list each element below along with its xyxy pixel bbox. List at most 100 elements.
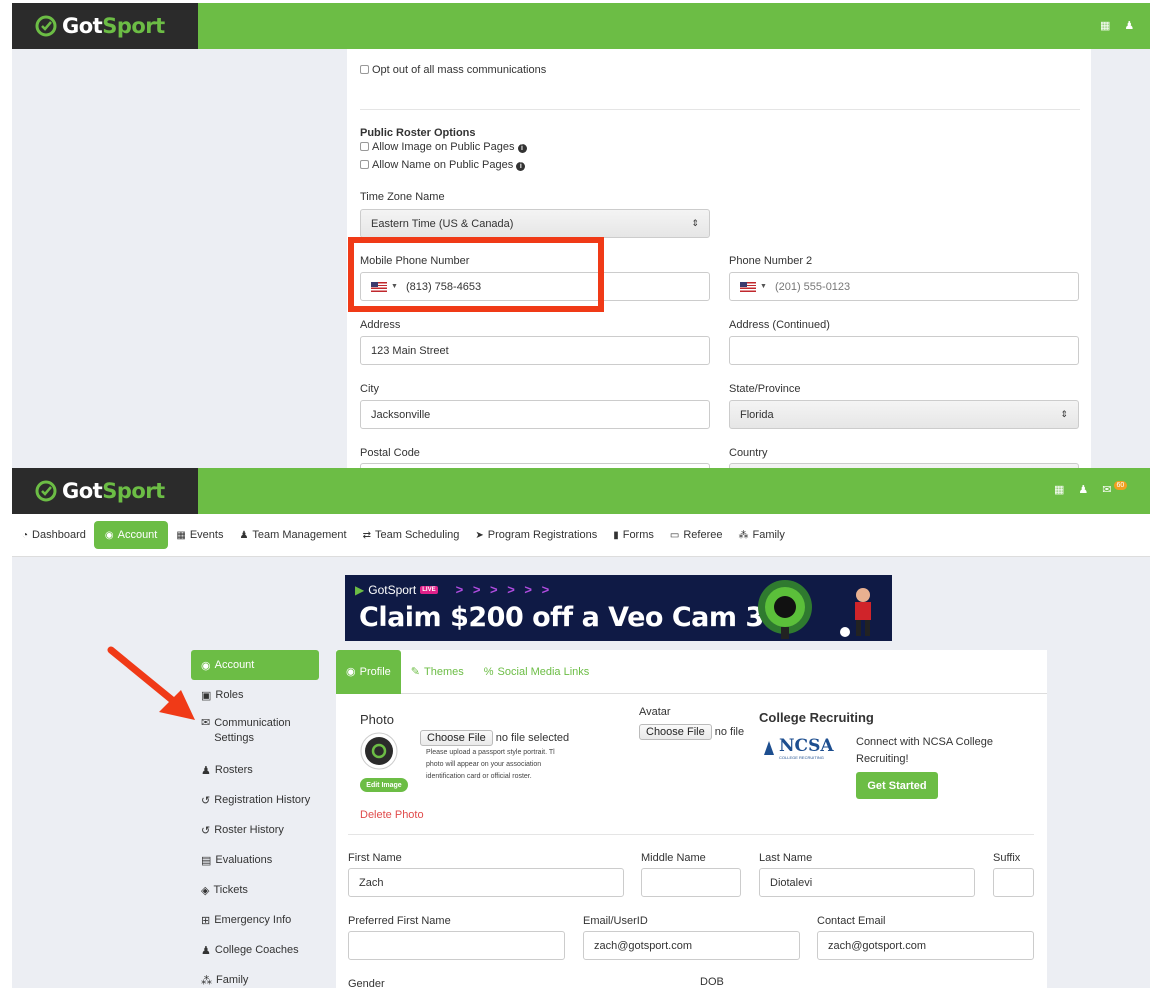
nav-referee[interactable]: ▭ Referee [662,521,731,549]
caret-down-icon[interactable]: ▼ [760,283,767,290]
preferred-name-input[interactable] [348,931,565,960]
contact-email-label: Contact Email [817,915,886,927]
allow-name-row[interactable]: Allow Name on Public Pages i [360,159,526,171]
nav-events[interactable]: ▦ Events [168,521,231,549]
dob-label: DOB [700,976,724,988]
allow-image-label: Allow Image on Public Pages [372,141,515,153]
veo-camera-image [758,580,871,639]
side-item-evaluations[interactable]: ▤ Evaluations [191,845,319,875]
photo-file-row: Choose File no file selected [420,730,569,746]
logo-text: GotSport [62,479,165,503]
suffix-input[interactable] [993,868,1034,897]
user-icon[interactable]: ♟ [1078,483,1088,496]
ncsa-wordmark: NCSA [779,736,834,756]
history-icon: ↺ [201,794,211,807]
notification-badge: 60 [1113,481,1128,490]
delete-photo-link[interactable]: Delete Photo [360,809,424,821]
team-icon: ♟ [239,529,249,541]
contact-email-input[interactable]: zach@gotsport.com [817,931,1034,960]
address-input[interactable]: 123 Main Street [360,336,710,365]
first-name-input[interactable]: Zach [348,868,624,897]
id-card-icon: ▣ [201,689,212,702]
email-input[interactable]: zach@gotsport.com [583,931,800,960]
college-text-line: Recruiting! [856,753,909,765]
tab-social-media-links[interactable]: % Social Media Links [474,650,600,694]
allow-image-row[interactable]: Allow Image on Public Pages i [360,141,527,153]
edit-image-button[interactable]: Edit Image [360,778,408,792]
brush-icon: ✎ [410,666,421,678]
address2-input[interactable] [729,336,1079,365]
tab-profile[interactable]: ◉ Profile [336,649,401,694]
side-item-family[interactable]: ⁂ Family [191,965,319,988]
college-text-line: Connect with NCSA College [856,736,993,748]
promo-banner[interactable]: ▶ GotSport LIVE > > > > > > Claim $200 o… [345,575,892,641]
us-flag-icon[interactable] [740,281,756,292]
mail-icon[interactable]: ✉ [1102,483,1111,496]
opt-out-checkbox-row[interactable]: Opt out of all mass communications [360,64,546,76]
qr-icon[interactable]: ▦ [1054,483,1064,496]
photo-help-text: Please upload a passport style portrait.… [426,747,586,783]
side-item-communication-settings[interactable]: ✉ Communication Settings [191,710,319,755]
side-item-account[interactable]: ◉ Account [191,650,319,680]
side-item-rosters[interactable]: ♟ Rosters [191,755,319,785]
phone2-label: Phone Number 2 [729,255,813,267]
side-item-tickets[interactable]: ◈ Tickets [191,875,319,905]
qr-icon[interactable]: ▦ [1100,19,1110,32]
last-name-input[interactable]: Diotalevi [759,868,975,897]
allow-image-checkbox[interactable] [360,142,369,151]
info-icon[interactable]: i [517,144,527,153]
info-icon[interactable]: i [516,162,526,171]
allow-name-checkbox[interactable] [360,160,369,169]
side-item-registration-history[interactable]: ↺ Registration History [191,785,319,815]
contact-email-value: zach@gotsport.com [828,939,926,952]
banner-headline: Claim $200 off a Veo Cam 3 [359,602,764,633]
tab-themes[interactable]: ✎ Themes [401,650,474,694]
top-logo[interactable]: GotSport [12,3,198,49]
city-input[interactable]: Jacksonville [360,400,710,429]
envelope-icon: ✉ [201,717,211,729]
choose-file-button[interactable]: Choose File [420,730,493,746]
get-started-button[interactable]: Get Started [856,772,938,799]
photo-help-line: photo will appear on your association [426,761,542,768]
side-item-emergency-info[interactable]: ⊞ Emergency Info [191,905,319,935]
avatar-choose-file-button[interactable]: Choose File [639,724,712,740]
nav-team-scheduling[interactable]: ⇄ Team Scheduling [355,521,468,549]
postal-label: Postal Code [360,447,420,459]
account-icon: ◉ [346,666,356,678]
divider [360,109,1080,110]
avatar-no-file-label: no file [714,726,745,738]
phone2-input[interactable]: ▼ (201) 555-0123 [729,272,1079,301]
gender-label: Gender [348,978,385,988]
logo-text: GotSport [62,14,165,38]
family-icon: ⁂ [738,529,749,541]
top-screenshot-panel: GotSport ▦ ♟ Opt out of all mass communi… [12,3,1150,468]
last-name-label: Last Name [759,852,813,864]
timezone-select[interactable]: Eastern Time (US & Canada) ⇕ [360,209,710,238]
plus-square-icon: ⊞ [201,914,211,927]
side-item-college-coaches[interactable]: ♟ College Coaches [191,935,319,965]
middle-name-input[interactable] [641,868,741,897]
college-recruiting-title: College Recruiting [759,710,874,725]
address2-label: Address (Continued) [729,319,830,331]
nav-account[interactable]: ◉ Account [93,521,169,549]
user-icon[interactable]: ♟ [1124,19,1134,32]
nav-program-registrations[interactable]: ➤ Program Registrations [467,521,605,549]
side-item-roster-history[interactable]: ↺ Roster History [191,815,319,845]
nav-forms[interactable]: ▮ Forms [605,521,662,549]
side-item-roles[interactable]: ▣ Roles [191,680,319,710]
nav-family[interactable]: ⁂ Family [730,521,792,549]
opt-out-checkbox[interactable] [360,65,369,74]
preferred-name-label: Preferred First Name [348,915,451,927]
profile-card: ◉ Profile ✎ Themes % Social Media Links Pho… [336,649,1047,988]
email-value: zach@gotsport.com [594,939,692,952]
nav-dashboard[interactable]: ◔ Dashboard [14,521,94,549]
dashboard-icon: ◔ [22,529,29,541]
public-roster-title: Public Roster Options [360,127,476,139]
nav-team-management[interactable]: ♟ Team Management [231,521,354,549]
ncsa-flame-icon [764,741,774,755]
state-select[interactable]: Florida ⇕ [729,400,1079,429]
bottom-logo[interactable]: GotSport [12,468,198,514]
send-icon: ➤ [475,529,484,541]
photo-help-line: Please upload a passport style portrait.… [426,749,555,756]
account-side-menu: ◉ Account ▣ Roles ✉ Communication Settings … [191,650,319,988]
